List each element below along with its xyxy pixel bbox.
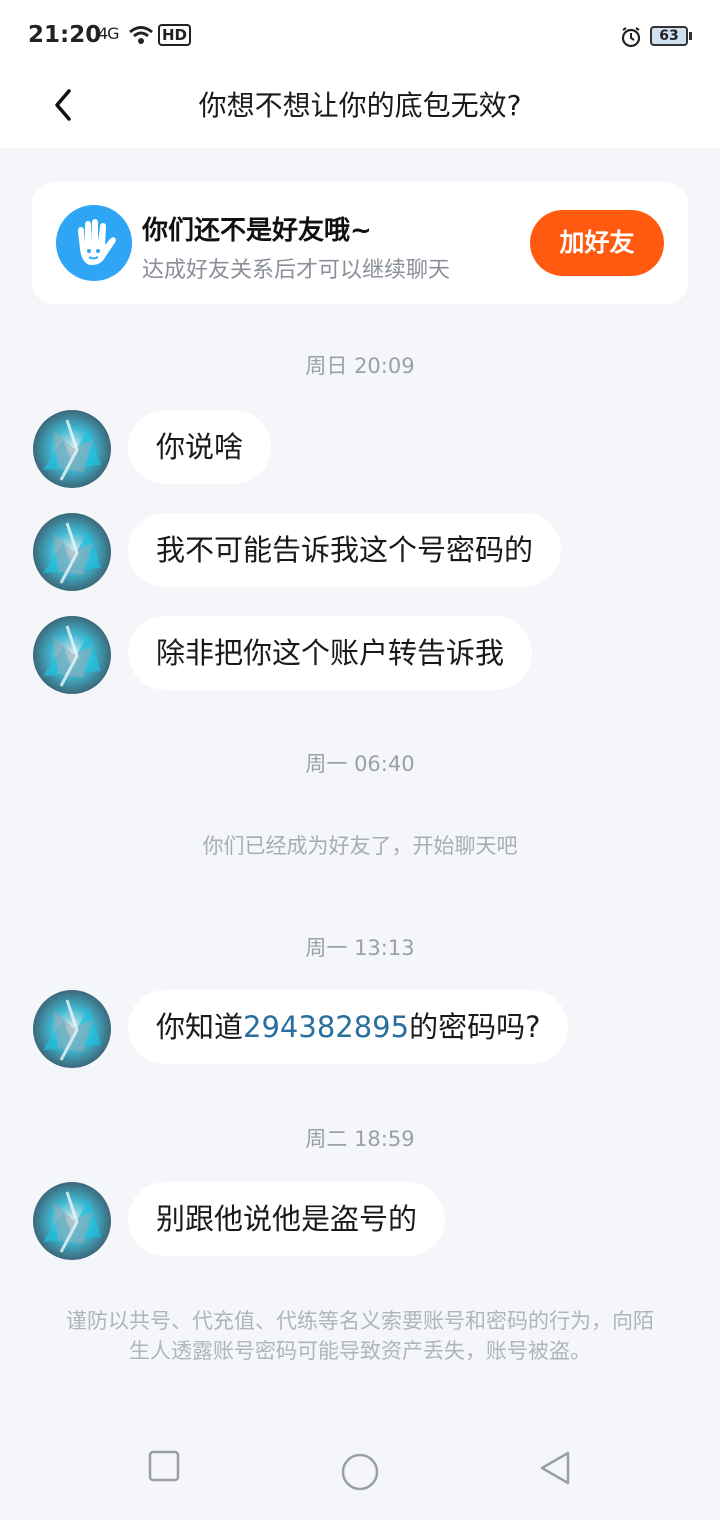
security-warning: 谨防以共号、代充值、代练等名义索要账号和密码的行为，向陌生人透露账号密码可能导致… bbox=[66, 1309, 654, 1363]
system-notice: 你们已经成为好友了，开始聊天吧 bbox=[202, 834, 518, 858]
avatar[interactable] bbox=[33, 1182, 111, 1260]
status-bar: 21:20 4G HD 63 bbox=[0, 0, 720, 72]
avatar[interactable] bbox=[33, 990, 111, 1068]
message-text: 的密码吗? bbox=[409, 1010, 541, 1044]
friend-request-banner: 你们还不是好友哦~ 达成好友关系后才可以继续聊天 加好友 bbox=[32, 182, 688, 304]
signal-icon: 4G bbox=[98, 24, 120, 43]
battery-icon: 63 bbox=[650, 26, 688, 46]
circle-icon[interactable] bbox=[340, 1452, 380, 1492]
timestamp: 周一 06:40 bbox=[305, 752, 415, 776]
page-title: 你想不想让你的底包无效? bbox=[198, 89, 522, 122]
top-area: 21:20 4G HD 63 你想不想让你的底包无效? bbox=[0, 0, 720, 148]
hand-icon bbox=[56, 205, 132, 281]
timestamp: 周一 13:13 bbox=[305, 936, 415, 960]
message-bubble[interactable]: 我不可能告诉我这个号密码的 bbox=[128, 513, 562, 587]
wifi-icon bbox=[129, 26, 153, 44]
square-icon[interactable] bbox=[148, 1450, 180, 1482]
message-bubble[interactable]: 除非把你这个账户转告诉我 bbox=[128, 616, 533, 690]
banner-subtitle: 达成好友关系后才可以继续聊天 bbox=[142, 258, 451, 283]
avatar[interactable] bbox=[33, 616, 111, 694]
triangle-back-icon[interactable] bbox=[538, 1450, 572, 1486]
nav-bar: 你想不想让你的底包无效? bbox=[0, 72, 720, 148]
banner-title: 你们还不是好友哦~ bbox=[142, 216, 372, 246]
avatar[interactable] bbox=[33, 513, 111, 591]
hd-icon: HD bbox=[158, 24, 192, 46]
timestamp: 周二 18:59 bbox=[305, 1127, 415, 1151]
message-text: 你知道 bbox=[156, 1010, 244, 1044]
avatar[interactable] bbox=[33, 410, 111, 488]
message-bubble[interactable]: 别跟他说他是盗号的 bbox=[128, 1182, 446, 1256]
timestamp: 周日 20:09 bbox=[305, 354, 415, 378]
qq-number-link[interactable]: 294382895 bbox=[243, 1010, 409, 1044]
battery-tip bbox=[689, 32, 692, 40]
system-nav-bar bbox=[0, 1420, 720, 1520]
status-time: 21:20 bbox=[28, 22, 102, 48]
message-bubble[interactable]: 你说啥 bbox=[128, 410, 272, 484]
message-bubble[interactable]: 你知道294382895的密码吗? bbox=[128, 990, 569, 1064]
alarm-icon bbox=[621, 27, 641, 48]
add-friend-button[interactable]: 加好友 bbox=[530, 210, 664, 276]
